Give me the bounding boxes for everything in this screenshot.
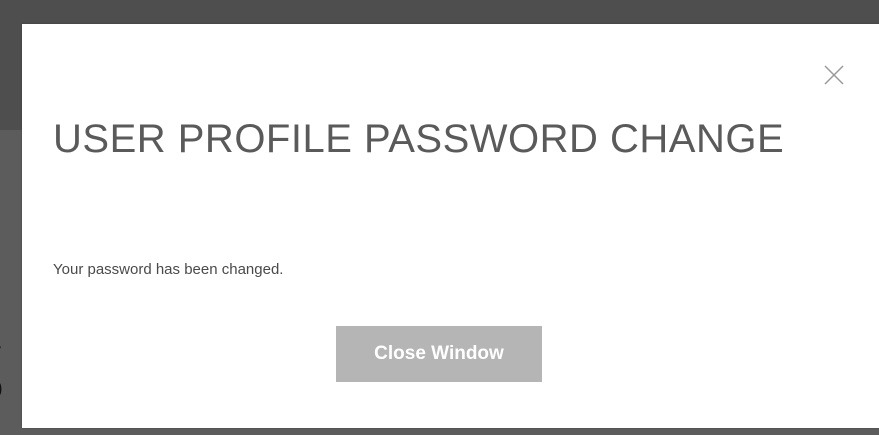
background-text-fragment: v [0,338,1,368]
close-window-button[interactable]: Close Window [336,326,542,382]
background-text-fragment: p [0,373,3,403]
dialog-title: USER PROFILE PASSWORD CHANGE [53,117,785,161]
close-icon[interactable] [823,64,845,86]
confirmation-message: Your password has been changed. [53,261,284,278]
password-change-dialog: USER PROFILE PASSWORD CHANGE Your passwo… [22,24,879,428]
